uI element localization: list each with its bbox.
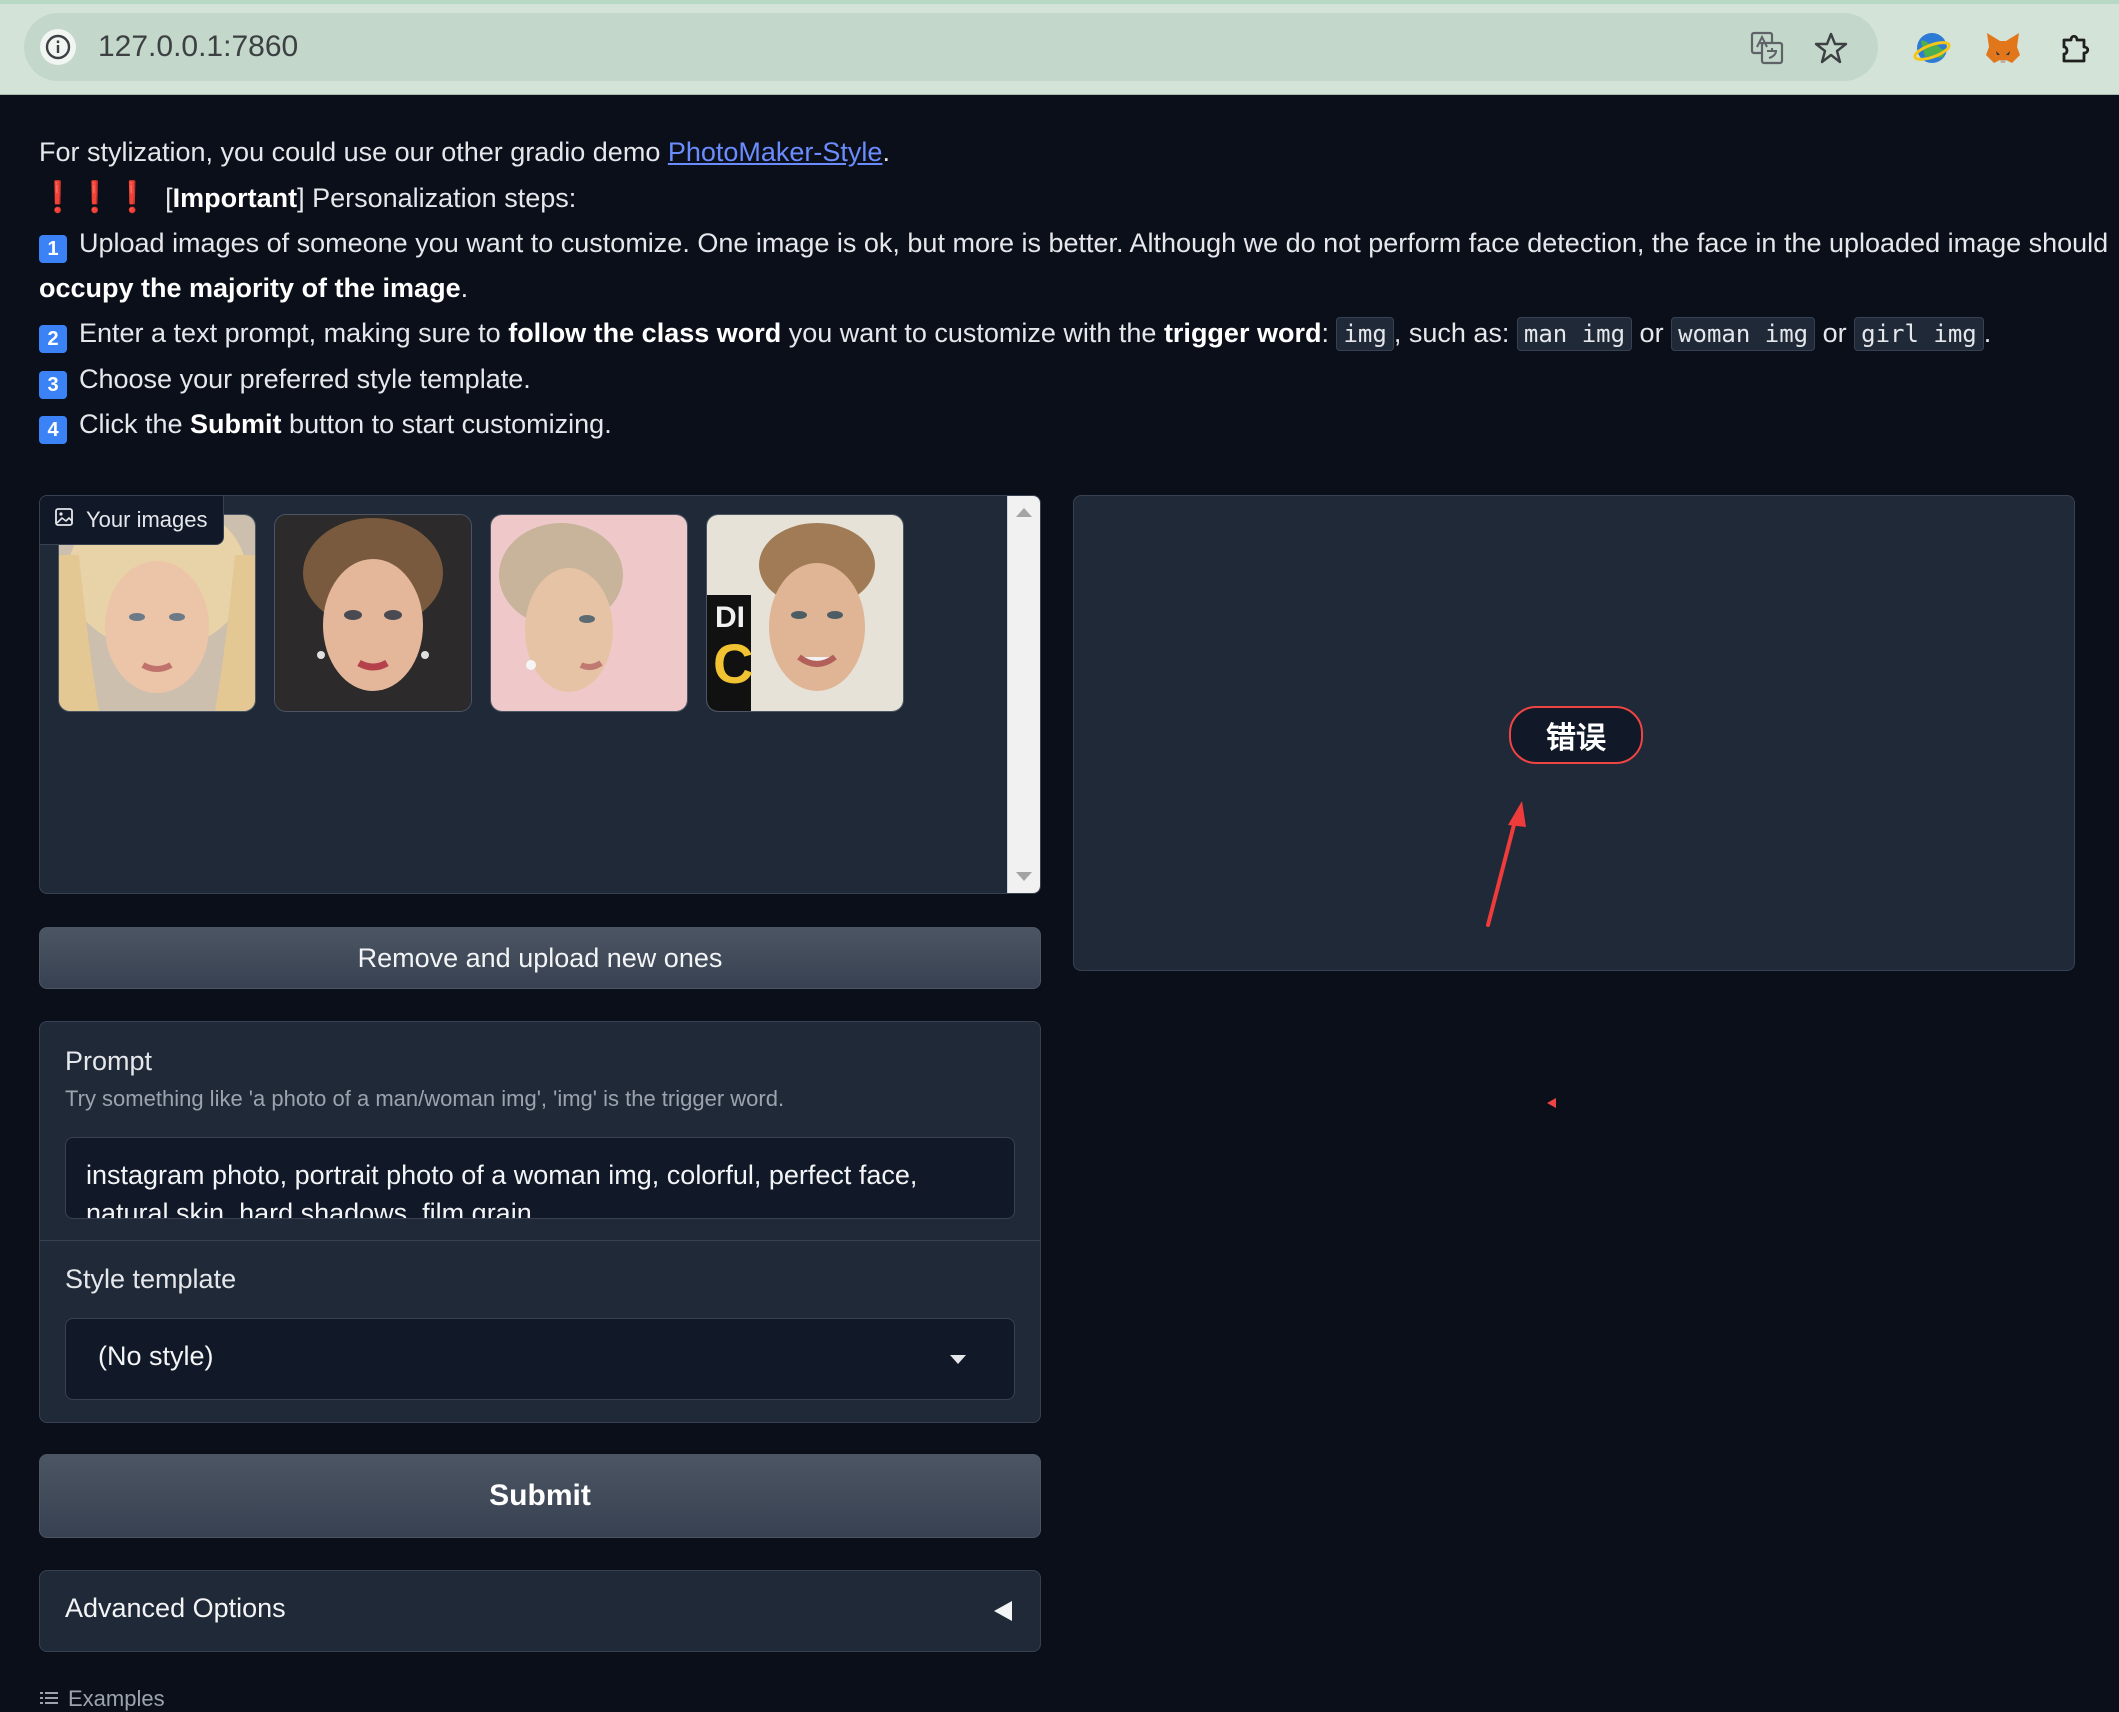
image-icon (54, 507, 74, 533)
extension-globe-icon[interactable] (1912, 28, 1952, 68)
description-markdown: For stylization, you could use our other… (39, 130, 2108, 447)
photomaker-style-link[interactable]: PhotoMaker-Style (668, 137, 883, 167)
prompt-textarea[interactable]: instagram photo, portrait photo of a wom… (65, 1137, 1015, 1219)
number-4-icon: 4 (39, 416, 67, 444)
examples-header[interactable]: Examples (40, 1686, 165, 1712)
url-text[interactable]: 127.0.0.1:7860 (98, 29, 298, 65)
exclamation-icon: ❗❗❗ (39, 181, 152, 214)
step-2: 2 Enter a text prompt, making sure to fol… (39, 311, 2079, 357)
browser-toolbar: 127.0.0.1:7860 (0, 0, 2119, 95)
prompt-label: Prompt (65, 1046, 153, 1076)
site-info-icon[interactable] (40, 29, 76, 65)
step-1-continued: occupy the majority of the image. (39, 266, 2079, 311)
gallery-scrollbar[interactable] (1007, 496, 1040, 893)
metamask-fox-icon[interactable] (1983, 28, 2023, 68)
text: trigger word (1163, 318, 1322, 348)
scroll-up-arrow-icon[interactable] (1016, 508, 1032, 517)
advanced-options-label[interactable]: Advanced Options (65, 1593, 286, 1624)
translate-icon[interactable] (1748, 29, 1786, 67)
style-template-label: Style template (65, 1264, 237, 1294)
gallery-thumbnail[interactable] (274, 514, 472, 712)
svg-text:C: C (713, 632, 753, 695)
step-4: 4 Click the Submit button to start custom… (39, 402, 2079, 447)
text: . (1983, 318, 1992, 348)
cursor-marker (1547, 1098, 1556, 1108)
output-gallery: 错误 (1073, 495, 2075, 971)
text: Choose your preferred style template. (79, 364, 531, 394)
text: you want to customize with the (781, 318, 1164, 348)
tab-strip-edge (0, 0, 2119, 4)
text: : (1321, 318, 1337, 348)
chevron-down-icon[interactable] (950, 1355, 966, 1364)
gallery-thumbnail[interactable]: C DI (706, 514, 904, 712)
remove-and-upload-button[interactable]: Remove and upload new ones (39, 927, 1041, 989)
uploaded-images-gallery[interactable]: Your images C DI (39, 495, 1041, 894)
style-template-value[interactable]: (No style) (98, 1341, 214, 1372)
text: . (460, 273, 469, 303)
text: or (1815, 318, 1855, 348)
code-girl-img: girl img (1854, 317, 1984, 351)
divider (40, 1240, 1040, 1241)
stylization-note: For stylization, you could use our other… (39, 130, 2079, 175)
code-woman-img: woman img (1671, 317, 1816, 351)
text: Upload images of someone you want to cus… (79, 228, 2109, 258)
text: Submit (190, 409, 282, 439)
advanced-options-accordion[interactable]: Advanced Options (39, 1570, 1041, 1652)
text: ] Personalization steps: (297, 183, 577, 213)
text: occupy the majority of the image (39, 273, 461, 303)
code-img: img (1336, 317, 1394, 351)
text: . (882, 137, 890, 167)
scroll-down-arrow-icon[interactable] (1016, 872, 1032, 881)
extensions-puzzle-icon[interactable] (2056, 28, 2096, 68)
gallery-label: Your images (40, 496, 225, 545)
text: button to start customizing. (281, 409, 612, 439)
code-man-img: man img (1516, 317, 1633, 351)
text: Click the (79, 409, 191, 439)
address-bar[interactable]: 127.0.0.1:7860 (24, 13, 1878, 81)
number-2-icon: 2 (39, 325, 67, 353)
text: follow the class word (508, 318, 782, 348)
number-1-icon: 1 (39, 235, 67, 263)
examples-label: Examples (68, 1686, 165, 1711)
prompt-info: Try something like 'a photo of a man/wom… (65, 1086, 785, 1111)
number-3-icon: 3 (39, 371, 67, 399)
step-1: 1 Upload images of someone you want to cu… (39, 221, 2108, 266)
red-arrow-annotation (1486, 801, 1526, 927)
collapse-caret-icon[interactable] (994, 1601, 1012, 1621)
list-icon (40, 1686, 58, 1712)
important-heading: ❗❗❗ [Important] Personalization steps: (39, 175, 2079, 221)
text: or (1632, 318, 1672, 348)
error-badge: 错误 (1509, 706, 1643, 764)
step-3: 3 Choose your preferred style template. (39, 357, 2079, 402)
gallery-label-text: Your images (86, 507, 208, 532)
text: For stylization, you could use our other… (39, 137, 668, 167)
gallery-thumbnail[interactable] (490, 514, 688, 712)
important-label: Important (172, 183, 298, 213)
submit-button[interactable]: Submit (39, 1454, 1041, 1538)
text: , such as: (1393, 318, 1517, 348)
text: Enter a text prompt, making sure to (79, 318, 509, 348)
style-template-dropdown[interactable]: (No style) (65, 1318, 1015, 1400)
text: [ (165, 183, 173, 213)
svg-text:DI: DI (715, 601, 745, 634)
prompt-style-panel: Prompt Try something like 'a photo of a … (39, 1021, 1041, 1423)
prompt-value[interactable]: instagram photo, portrait photo of a wom… (66, 1138, 986, 1218)
bookmark-star-icon[interactable] (1812, 29, 1850, 67)
